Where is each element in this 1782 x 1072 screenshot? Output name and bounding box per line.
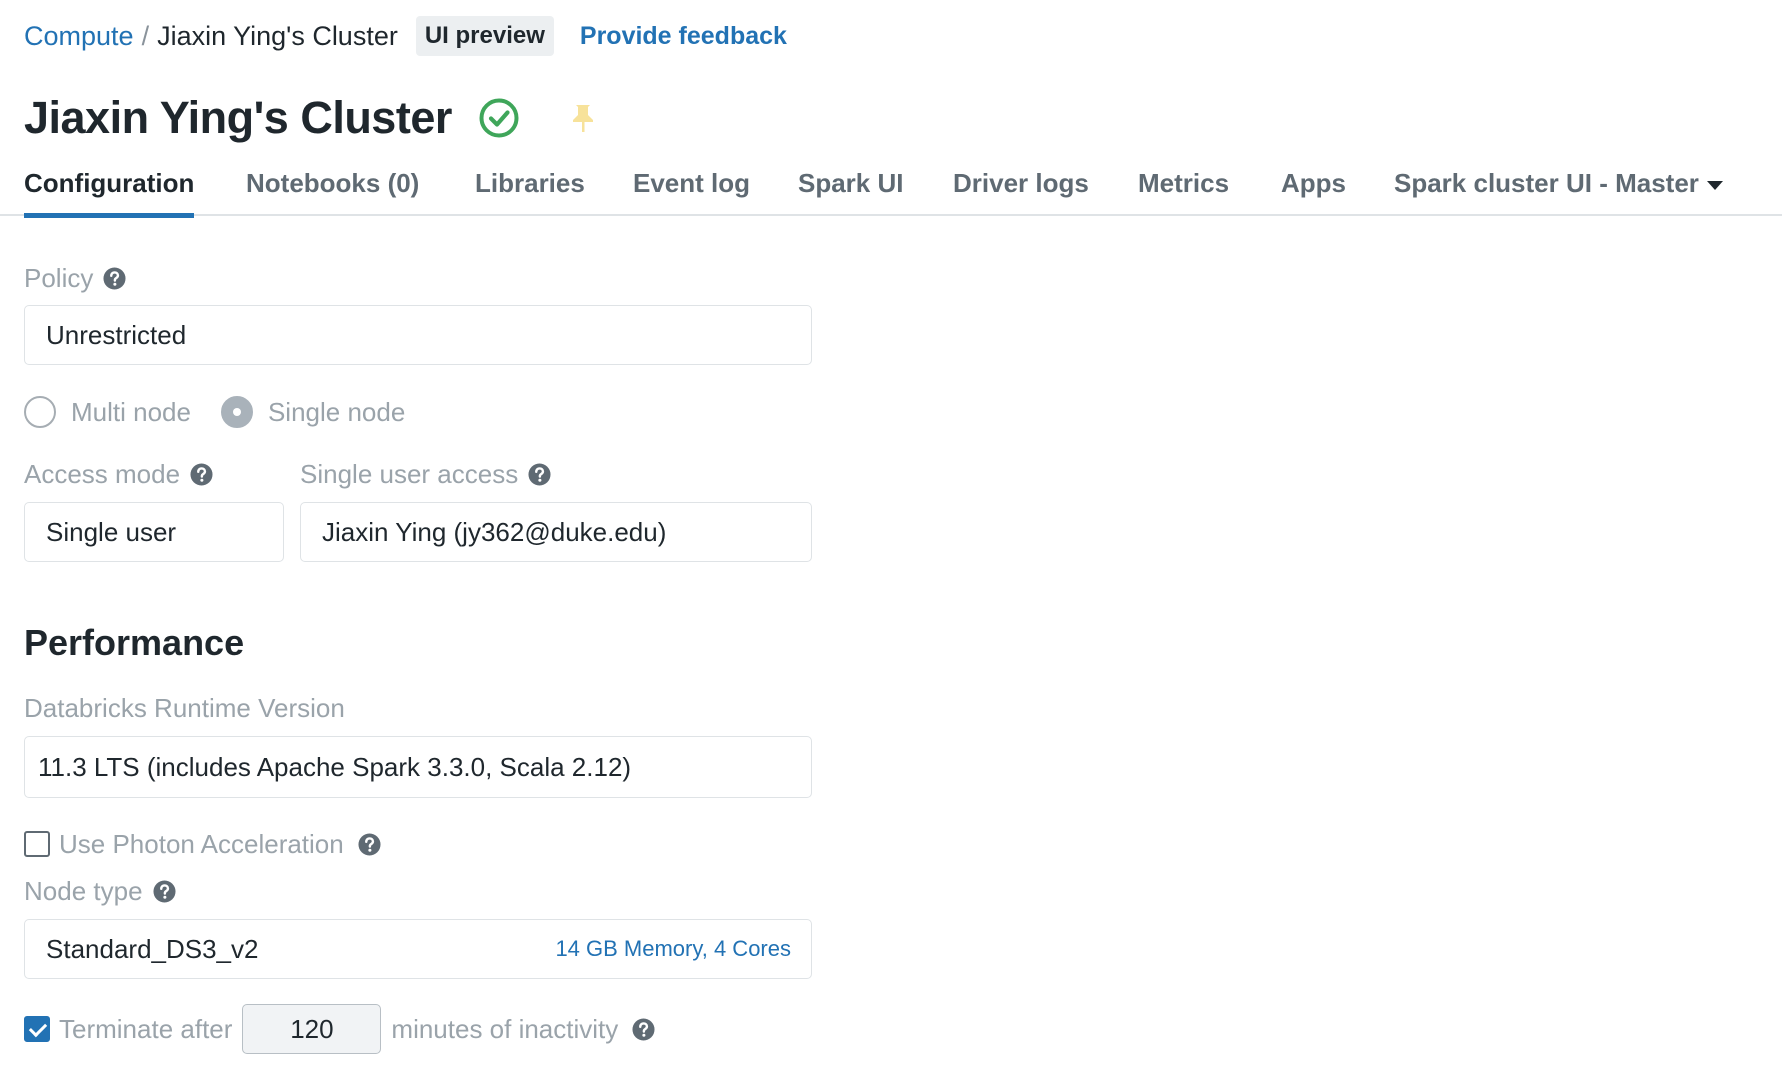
single-user-access-label: Single user access bbox=[300, 458, 519, 489]
page-title: Jiaxin Ying's Cluster bbox=[24, 92, 452, 143]
runtime-label: Databricks Runtime Version bbox=[24, 692, 345, 723]
node-type-spec: 14 GB Memory, 4 Cores bbox=[555, 936, 791, 961]
policy-label: Policy bbox=[24, 262, 94, 293]
terminate-checkbox[interactable] bbox=[24, 1016, 50, 1042]
breadcrumb-separator: / bbox=[141, 20, 150, 51]
single-user-access-value: Jiaxin Ying (jy362@duke.edu) bbox=[322, 516, 667, 547]
check-circle-icon bbox=[479, 98, 519, 138]
tab-notebooks[interactable]: Notebooks (0) bbox=[246, 158, 419, 214]
photon-row: Use Photon Acceleration bbox=[24, 826, 381, 862]
tab-metrics[interactable]: Metrics bbox=[1138, 158, 1229, 214]
tab-driver-logs[interactable]: Driver logs bbox=[953, 158, 1089, 214]
terminate-suffix: minutes of inactivity bbox=[391, 1013, 619, 1044]
policy-label-row: Policy bbox=[24, 260, 126, 296]
node-type-label: Node type bbox=[24, 875, 143, 906]
node-type-select[interactable]: Standard_DS3_v2 14 GB Memory, 4 Cores bbox=[24, 919, 812, 979]
performance-section-title: Performance bbox=[24, 622, 245, 663]
caret-down-icon bbox=[1706, 180, 1723, 190]
tab-spark-cluster-ui-label: Spark cluster UI - Master bbox=[1394, 168, 1699, 198]
tab-spark-ui[interactable]: Spark UI bbox=[798, 158, 904, 214]
help-icon[interactable] bbox=[153, 879, 176, 903]
terminate-label: Terminate after bbox=[59, 1013, 233, 1044]
help-icon[interactable] bbox=[190, 462, 213, 486]
ui-preview-badge: UI preview bbox=[415, 16, 554, 56]
help-icon[interactable] bbox=[528, 462, 551, 486]
single-node-label: Single node bbox=[267, 396, 406, 427]
help-icon[interactable] bbox=[632, 1017, 655, 1041]
multi-node-radio[interactable] bbox=[24, 396, 56, 428]
tab-bar: Configuration Notebooks (0) Libraries Ev… bbox=[0, 158, 1782, 218]
single-user-access-label-row: Single user access bbox=[300, 456, 551, 492]
runtime-label-row: Databricks Runtime Version bbox=[24, 690, 345, 726]
tab-libraries[interactable]: Libraries bbox=[475, 158, 585, 214]
terminate-row: Terminate after 120 minutes of inactivit… bbox=[24, 1003, 655, 1055]
provide-feedback-link[interactable]: Provide feedback bbox=[580, 22, 787, 51]
access-mode-select[interactable]: Single user bbox=[24, 502, 284, 562]
tab-event-log[interactable]: Event log bbox=[633, 158, 750, 214]
node-type-label-row: Node type bbox=[24, 873, 176, 909]
photon-label: Use Photon Acceleration bbox=[59, 828, 344, 859]
single-user-access-select[interactable]: Jiaxin Ying (jy362@duke.edu) bbox=[300, 502, 812, 562]
tab-apps[interactable]: Apps bbox=[1281, 158, 1346, 214]
access-mode-value: Single user bbox=[46, 516, 177, 547]
node-type-value: Standard_DS3_v2 bbox=[46, 933, 259, 964]
runtime-version-value: 11.3 LTS (includes Apache Spark 3.3.0, S… bbox=[38, 751, 632, 782]
policy-select[interactable]: Unrestricted bbox=[24, 305, 812, 365]
terminate-minutes-input[interactable]: 120 bbox=[242, 1004, 382, 1054]
node-mode-radio-group: Multi node Single node bbox=[24, 393, 435, 431]
breadcrumb: Compute / Jiaxin Ying's Cluster UI previ… bbox=[24, 16, 787, 56]
help-icon[interactable] bbox=[358, 832, 381, 856]
access-mode-label: Access mode bbox=[24, 458, 181, 489]
tab-configuration[interactable]: Configuration bbox=[24, 158, 195, 218]
multi-node-label: Multi node bbox=[71, 396, 191, 427]
pin-icon[interactable] bbox=[570, 103, 596, 133]
policy-value: Unrestricted bbox=[46, 319, 187, 350]
title-row: Jiaxin Ying's Cluster bbox=[24, 88, 596, 148]
runtime-version-select[interactable]: 11.3 LTS (includes Apache Spark 3.3.0, S… bbox=[24, 736, 812, 798]
breadcrumb-compute-link[interactable]: Compute bbox=[24, 21, 134, 52]
breadcrumb-current: Jiaxin Ying's Cluster bbox=[157, 20, 398, 51]
tab-spark-cluster-ui-master[interactable]: Spark cluster UI - Master bbox=[1394, 158, 1723, 214]
access-mode-label-row: Access mode bbox=[24, 456, 213, 492]
help-icon[interactable] bbox=[103, 266, 126, 290]
photon-checkbox[interactable] bbox=[24, 831, 50, 857]
single-node-radio[interactable] bbox=[220, 396, 253, 428]
